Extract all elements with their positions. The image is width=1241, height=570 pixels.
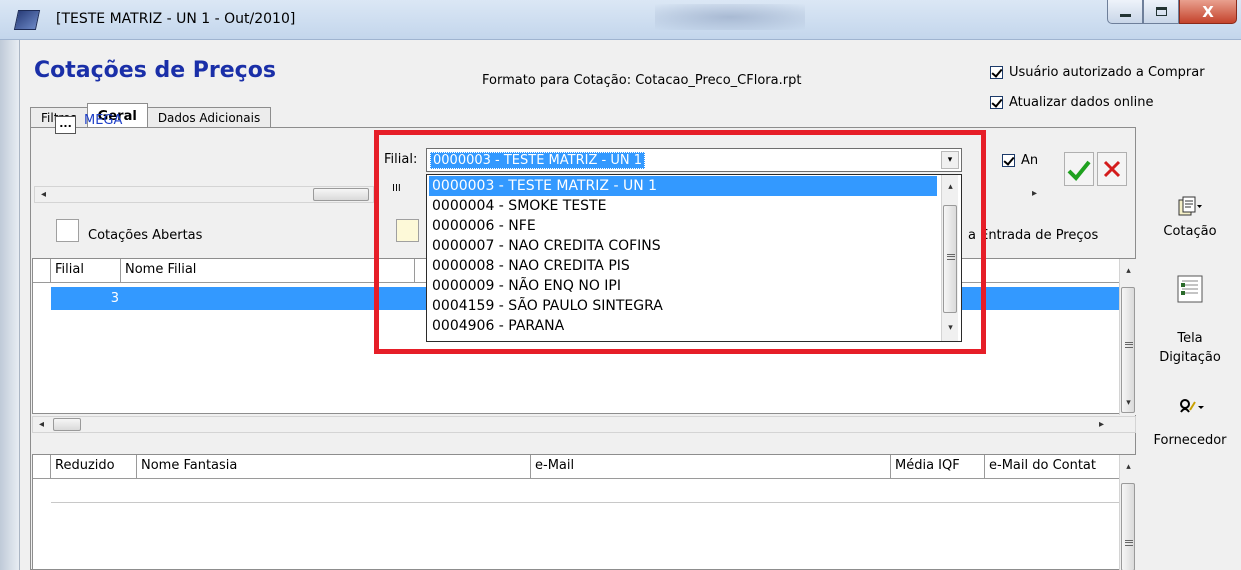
entry-screen-label-1[interactable]: Tela — [1139, 331, 1241, 346]
hscroll-thumb[interactable] — [53, 418, 81, 431]
filial-grid-vscrollbar[interactable]: ▴ ▾ — [1119, 259, 1136, 415]
scroll-up-icon[interactable]: ▴ — [1120, 459, 1137, 476]
authorized-checkbox-row[interactable]: Usuário autorizado a Comprar — [990, 65, 1205, 80]
left-edge-bar — [0, 40, 20, 570]
an-checkbox[interactable] — [1002, 154, 1015, 167]
grip-icon — [1125, 342, 1133, 348]
entry-screen-label-2[interactable]: Digitação — [1139, 350, 1241, 365]
grip-icon — [1125, 540, 1133, 546]
format-label: Formato para Cotação: Cotacao_Preco_CFlo… — [482, 73, 802, 88]
online-checkbox[interactable] — [990, 96, 1003, 109]
price-entry-label: a Entrada de Preços — [968, 228, 1099, 243]
filial-grid-hscrollbar[interactable]: ◂ ▸ — [32, 416, 1136, 433]
scroll-up-icon[interactable]: ▴ — [1120, 263, 1137, 280]
scroll-right-icon[interactable]: ▸ — [1026, 186, 1043, 201]
right-toolbar: Cotação Tela Digitação Fornecedor — [1139, 100, 1241, 530]
col-email-contato[interactable]: e-Mail do Contat — [985, 455, 1119, 479]
supplier-grid-vscrollbar[interactable]: ▴ — [1119, 455, 1136, 570]
maximize-icon — [1155, 7, 1167, 16]
col-nome-fantasia[interactable]: Nome Fantasia — [137, 455, 531, 479]
grid-row-header — [33, 259, 51, 283]
col-media-iqf[interactable]: Média IQF — [891, 455, 985, 479]
an-checkbox-label: An — [1021, 153, 1039, 168]
supplier-icon[interactable] — [1179, 398, 1205, 416]
grid-row-header — [33, 455, 51, 479]
cancel-x-icon — [1103, 160, 1121, 178]
scroll-right-icon[interactable]: ▸ — [1093, 417, 1110, 432]
maximize-button[interactable] — [1143, 0, 1179, 24]
authorized-checkbox-label: Usuário autorizado a Comprar — [1009, 65, 1205, 80]
tab-dados-adicionais[interactable]: Dados Adicionais — [146, 107, 272, 128]
supplier-grid-header: Reduzido Nome Fantasia e-Mail Média IQF … — [33, 455, 1119, 479]
scroll-thumb[interactable] — [313, 188, 369, 201]
quote-icon[interactable] — [1177, 196, 1203, 218]
table-row[interactable] — [51, 479, 1119, 503]
online-checkbox-label: Atualizar dados online — [1009, 95, 1154, 110]
filter-value: MEGA — [84, 113, 123, 128]
supplier-grid: Reduzido Nome Fantasia e-Mail Média IQF … — [32, 454, 1136, 570]
check-icon — [1067, 160, 1091, 181]
minimize-button[interactable] — [1107, 0, 1143, 24]
title-glow-decoration — [655, 4, 805, 30]
cell-filial: 3 — [110, 291, 119, 306]
highlight-box — [374, 130, 986, 354]
window-controls: X — [1107, 0, 1239, 24]
ellipsis-button[interactable]: ... — [55, 116, 76, 134]
col-nome-filial[interactable]: Nome Filial — [121, 259, 415, 283]
col-email[interactable]: e-Mail — [531, 455, 891, 479]
window-title: [TESTE MATRIZ - UN 1 - Out/2010] — [56, 11, 296, 27]
scroll-left-icon[interactable]: ◂ — [35, 187, 52, 202]
confirm-button[interactable] — [1064, 152, 1094, 186]
online-checkbox-row[interactable]: Atualizar dados online — [990, 95, 1153, 110]
open-quotes-toggle[interactable] — [56, 219, 79, 242]
page-title: Cotações de Preços — [34, 58, 276, 83]
title-bar[interactable]: [TESTE MATRIZ - UN 1 - Out/2010] X — [0, 0, 1241, 40]
close-icon: X — [1202, 2, 1214, 21]
scroll-down-icon[interactable]: ▾ — [1120, 395, 1137, 412]
cancel-button[interactable] — [1097, 152, 1127, 186]
open-quotes-label: Cotações Abertas — [88, 228, 203, 243]
quote-button-label[interactable]: Cotação — [1139, 224, 1241, 239]
an-checkbox-row[interactable]: An — [1002, 153, 1038, 168]
entry-screen-icon[interactable] — [1177, 275, 1203, 303]
close-button[interactable]: X — [1179, 0, 1237, 24]
minimize-icon — [1119, 14, 1131, 17]
vscroll-thumb[interactable] — [1121, 483, 1135, 570]
scroll-left-icon[interactable]: ◂ — [33, 417, 50, 432]
authorized-checkbox[interactable] — [990, 66, 1003, 79]
app-logo-icon — [13, 10, 41, 30]
filter-hscrollbar[interactable]: ◂ — [34, 186, 374, 203]
col-filial[interactable]: Filial — [51, 259, 121, 283]
col-reduzido[interactable]: Reduzido — [51, 455, 137, 479]
supplier-button-label[interactable]: Fornecedor — [1139, 433, 1241, 448]
